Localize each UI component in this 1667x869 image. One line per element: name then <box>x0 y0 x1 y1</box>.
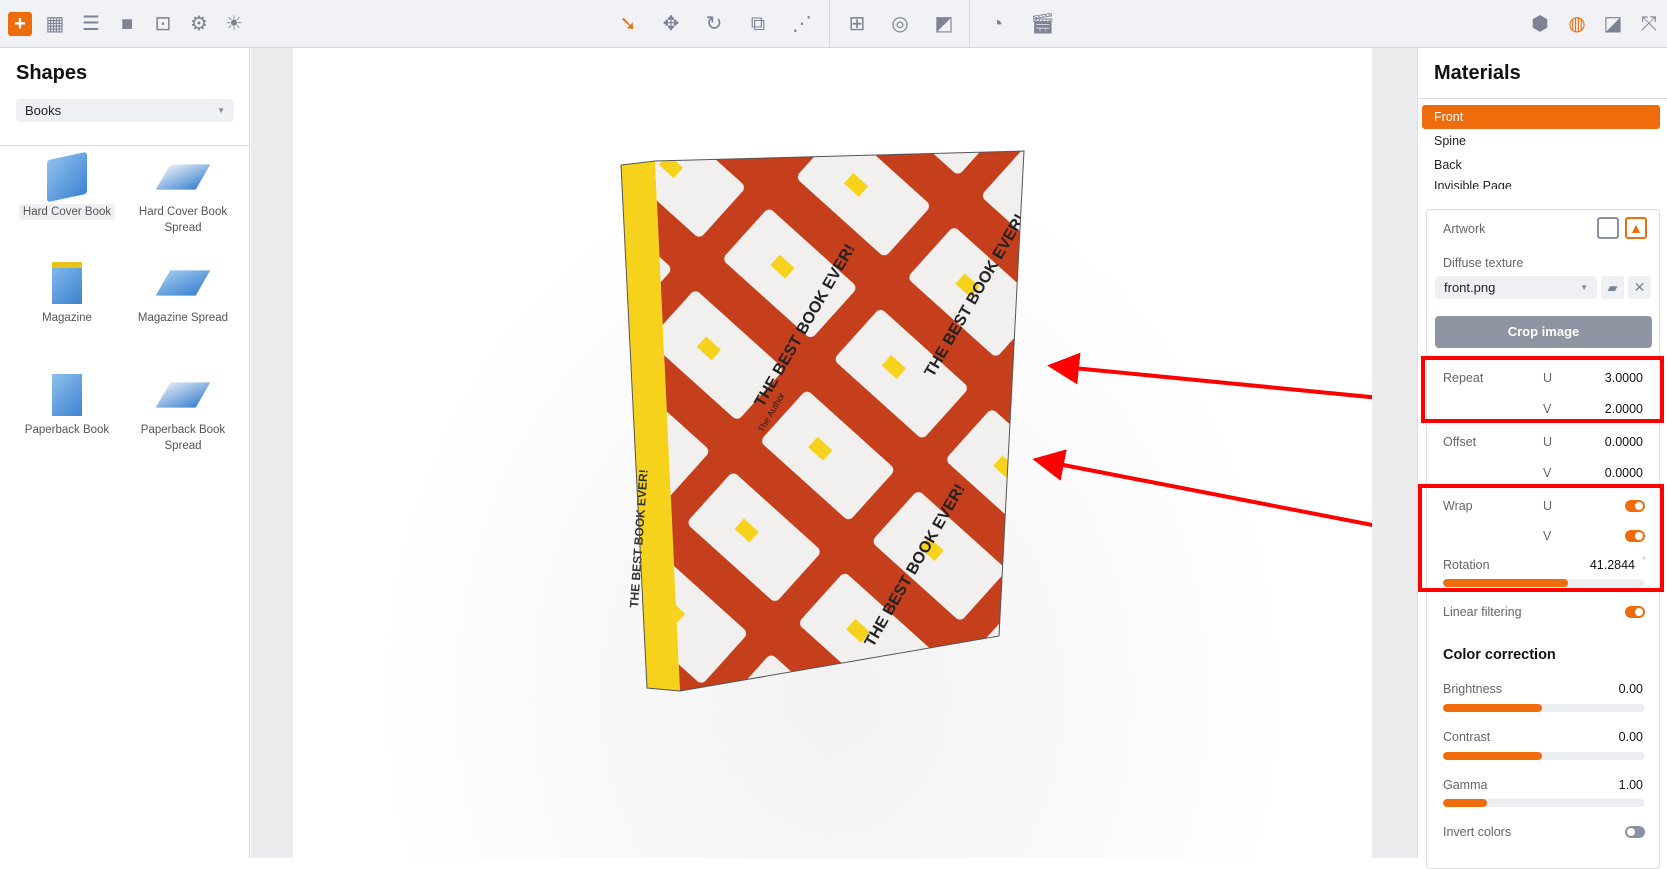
clapper-icon[interactable]: 🎬︎ <box>1030 12 1055 36</box>
move-icon[interactable]: ✥ <box>659 12 683 36</box>
brightness-label: Brightness <box>1443 682 1503 696</box>
linear-filtering-toggle[interactable] <box>1625 606 1645 618</box>
shading-icon[interactable]: ◩ <box>932 12 956 36</box>
texture-select[interactable]: front.png ▼ <box>1435 276 1597 299</box>
shape-label: Paperback Book Spread <box>140 424 226 452</box>
paperback-spread-icon <box>155 382 211 408</box>
shape-label: Magazine <box>42 312 92 324</box>
toolbar-divider <box>829 0 830 48</box>
slider-fill <box>1443 799 1488 807</box>
cube-icon[interactable]: ⬢ <box>1528 12 1552 36</box>
floor-icon[interactable]: ⊞ <box>845 12 869 36</box>
book-spread-icon <box>155 164 211 190</box>
shape-hard-cover-book-spread[interactable]: Hard Cover Book Spread <box>125 156 241 236</box>
toolbar-divider <box>969 0 970 48</box>
fullscreen-icon[interactable]: ⤧ <box>1637 12 1661 36</box>
shape-hard-cover-book[interactable]: Hard Cover Book <box>9 151 125 220</box>
contrast-value[interactable]: 0.00 <box>1619 730 1643 744</box>
close-icon[interactable]: ✕ <box>1628 276 1651 299</box>
chevron-down-icon: ▼ <box>1580 283 1588 292</box>
divider <box>0 145 250 146</box>
gamma-slider[interactable] <box>1443 799 1645 807</box>
shape-paperback-book-spread[interactable]: Paperback Book Spread <box>125 374 241 454</box>
material-item-front[interactable]: Front <box>1422 105 1660 129</box>
shape-label: Paperback Book <box>24 424 110 436</box>
folder-icon[interactable]: ▰ <box>1601 276 1624 299</box>
shapes-panel: Shapes Books ▼ Hard Cover Book Hard Cover… <box>0 48 250 858</box>
invert-colors-label: Invert colors <box>1443 825 1512 839</box>
contrast-slider[interactable] <box>1443 752 1645 760</box>
paperback-icon <box>52 374 82 416</box>
chevron-down-icon: ▼ <box>217 106 225 115</box>
viewport-margin <box>251 48 293 858</box>
crop-image-button[interactable]: Crop image <box>1435 316 1652 348</box>
add-icon[interactable]: + <box>8 12 32 36</box>
color-correction-heading: Color correction <box>1443 647 1556 663</box>
divider <box>1418 98 1667 99</box>
zoom-object-icon[interactable]: ◎ <box>888 12 912 36</box>
shape-label: Magazine Spread <box>137 312 229 324</box>
shape-magazine[interactable]: Magazine <box>9 262 125 326</box>
texture-file: front.png <box>1444 280 1496 295</box>
highlight-box-wrap-rotation <box>1418 484 1664 592</box>
select-arrow-icon[interactable]: ➘ <box>616 12 640 36</box>
materials-panel: Materials Front Spine Back Invisible Pag… <box>1417 48 1667 869</box>
camera-icon[interactable]: ■ <box>115 12 139 36</box>
diffuse-label: Diffuse texture <box>1443 256 1524 270</box>
color-mode-button[interactable] <box>1597 217 1619 239</box>
shape-label: Hard Cover Book <box>18 204 116 220</box>
scale-icon[interactable]: ⧉ <box>746 12 770 36</box>
contrast-label: Contrast <box>1443 730 1491 744</box>
shape-label: Hard Cover Book Spread <box>138 206 228 234</box>
brightness-slider[interactable] <box>1443 704 1645 712</box>
3d-viewport[interactable]: THE BEST BOOK EVER! THE BEST BOOK EVER! … <box>293 48 1372 858</box>
focus-icon[interactable]: ⊡ <box>151 12 175 36</box>
gamma-value[interactable]: 1.00 <box>1619 778 1643 792</box>
linear-filtering-label: Linear filtering <box>1443 605 1522 619</box>
gear-icon[interactable]: ⚙ <box>187 12 211 36</box>
offset-label: Offset <box>1443 435 1477 449</box>
offset-v-input[interactable]: 0.0000 <box>1605 466 1643 480</box>
viewport-margin <box>1372 48 1417 858</box>
slider-fill <box>1443 752 1542 760</box>
magazine-spread-icon <box>155 270 211 296</box>
material-item-back[interactable]: Back <box>1422 153 1660 177</box>
timeline-icon[interactable]: ◔ <box>985 12 1009 36</box>
magazine-icon <box>52 262 82 304</box>
brightness-value[interactable]: 0.00 <box>1619 682 1643 696</box>
category-select[interactable]: Books ▼ <box>16 99 234 122</box>
invert-colors-toggle[interactable] <box>1625 826 1645 838</box>
image-icon[interactable]: ▲ <box>1625 217 1647 239</box>
slider-fill <box>1443 704 1542 712</box>
offset-u-input[interactable]: 0.0000 <box>1605 435 1643 449</box>
light-icon[interactable]: ☀ <box>222 12 246 36</box>
shape-paperback-book[interactable]: Paperback Book <box>9 374 125 438</box>
grid-icon[interactable]: ▦ <box>43 12 67 36</box>
u-label: U <box>1543 435 1553 449</box>
category-value: Books <box>25 103 62 118</box>
layout-icon[interactable]: ◪ <box>1601 12 1625 36</box>
material-item-invisible-page[interactable]: Invisible Page <box>1422 177 1660 189</box>
shape-magazine-spread[interactable]: Magazine Spread <box>125 262 241 326</box>
highlight-box-repeat <box>1421 356 1664 423</box>
book-model[interactable]: THE BEST BOOK EVER! THE BEST BOOK EVER! … <box>293 48 1372 858</box>
axes-icon[interactable]: ⋰ <box>790 12 814 36</box>
toolbar: + ▦ ☰ ■ ⊡ ⚙ ☀ ➘ ✥ ↻ ⧉ ⋰ ⊞ ◎ ◩ ◔ 🎬︎ ⬢ ◍ ◪… <box>0 0 1667 48</box>
list-icon[interactable]: ☰ <box>79 12 103 36</box>
material-icon[interactable]: ◍ <box>1565 12 1589 36</box>
book-icon <box>47 151 87 203</box>
v-label: V <box>1543 466 1552 480</box>
rotate-icon[interactable]: ↻ <box>702 12 726 36</box>
gamma-label: Gamma <box>1443 778 1488 792</box>
material-item-spine[interactable]: Spine <box>1422 129 1660 153</box>
book-front-cover <box>655 151 1024 691</box>
artwork-label: Artwork <box>1443 222 1486 236</box>
panel-title: Materials <box>1434 62 1521 84</box>
panel-title: Shapes <box>16 62 88 84</box>
